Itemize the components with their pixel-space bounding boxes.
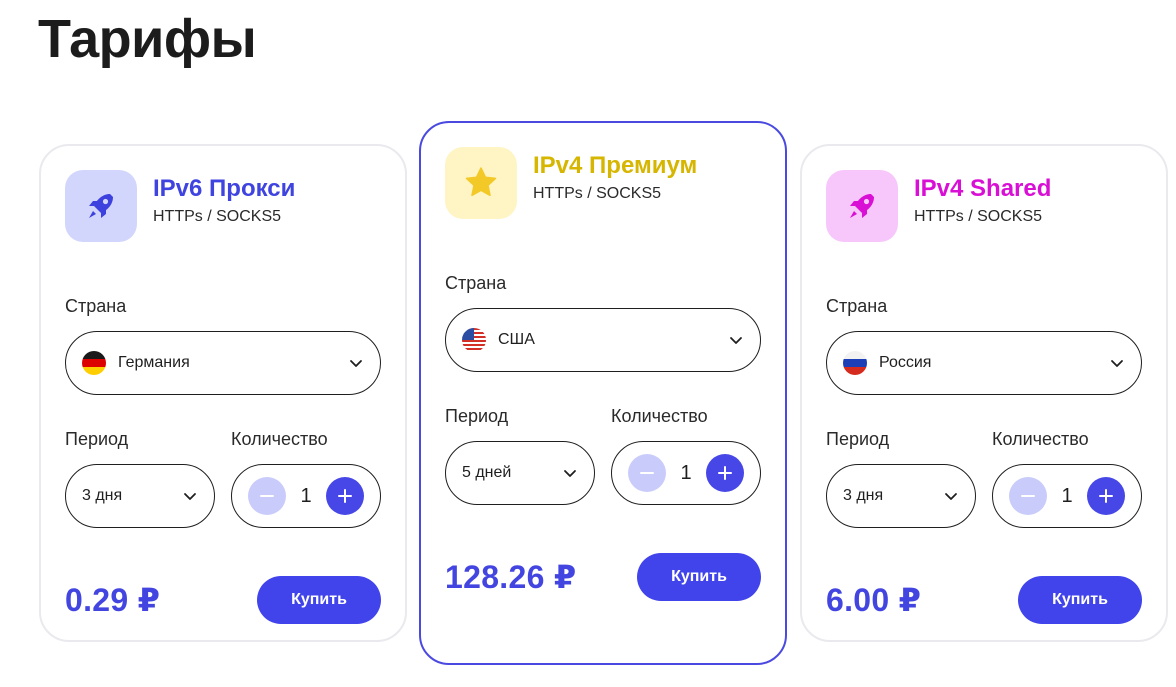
increment-button[interactable] bbox=[1087, 477, 1125, 515]
chevron-down-icon bbox=[730, 337, 742, 344]
minus-icon bbox=[1021, 495, 1035, 497]
quantity-stepper: 1 bbox=[992, 464, 1142, 528]
plan-protocols: HTTPs / SOCKS5 bbox=[914, 208, 1043, 225]
chevron-down-icon bbox=[184, 493, 196, 500]
decrement-button[interactable] bbox=[1009, 477, 1047, 515]
usa-flag-icon bbox=[462, 328, 486, 352]
increment-button[interactable] bbox=[326, 477, 364, 515]
plan-name: IPv4 Shared bbox=[914, 175, 1052, 202]
plus-icon bbox=[1099, 489, 1113, 503]
plan-name: IPv6 Прокси bbox=[153, 175, 296, 202]
chevron-down-icon bbox=[1111, 360, 1123, 367]
star-icon bbox=[465, 167, 497, 197]
country-select[interactable]: Россия bbox=[826, 331, 1142, 395]
quantity-label: Количество bbox=[231, 429, 328, 449]
period-select[interactable]: 3 дня bbox=[65, 464, 215, 528]
period-value: 3 дня bbox=[82, 487, 123, 504]
plan-card-ipv4-shared: IPv4 Shared HTTPs / SOCKS5 Страна Россия… bbox=[800, 144, 1168, 642]
plus-icon bbox=[338, 489, 352, 503]
quantity-label: Количество bbox=[611, 406, 708, 426]
rocket-icon bbox=[89, 194, 113, 218]
price: 128.26 ₽ bbox=[445, 559, 577, 595]
country-label: Страна bbox=[65, 296, 127, 316]
plan-name: IPv4 Премиум bbox=[533, 152, 698, 179]
page-title: Тарифы bbox=[38, 9, 257, 69]
plan-card-ipv4-premium: IPv4 Премиум HTTPs / SOCKS5 Страна США П… bbox=[419, 121, 787, 665]
period-label: Период bbox=[445, 406, 509, 426]
period-label: Период bbox=[826, 429, 890, 449]
period-select[interactable]: 3 дня bbox=[826, 464, 976, 528]
period-value: 5 дней bbox=[462, 464, 512, 481]
quantity-stepper: 1 bbox=[231, 464, 381, 528]
plan-protocols: HTTPs / SOCKS5 bbox=[533, 185, 662, 202]
plan-badge bbox=[826, 170, 898, 242]
chevron-down-icon bbox=[945, 493, 957, 500]
chevron-down-icon bbox=[564, 470, 576, 477]
period-select[interactable]: 5 дней bbox=[445, 441, 595, 505]
period-value: 3 дня bbox=[843, 487, 884, 504]
country-label: Страна bbox=[445, 273, 507, 293]
quantity-value: 1 bbox=[300, 484, 312, 507]
price: 6.00 ₽ bbox=[826, 582, 922, 618]
buy-button[interactable]: Купить bbox=[1018, 576, 1142, 624]
buy-button[interactable]: Купить bbox=[637, 553, 761, 601]
country-value: США bbox=[498, 331, 535, 348]
minus-icon bbox=[260, 495, 274, 497]
country-value: Германия bbox=[118, 354, 190, 371]
germany-flag-icon bbox=[82, 351, 106, 375]
country-label: Страна bbox=[826, 296, 888, 316]
plan-badge bbox=[65, 170, 137, 242]
quantity-value: 1 bbox=[1061, 484, 1073, 507]
country-select[interactable]: США bbox=[445, 308, 761, 372]
quantity-stepper: 1 bbox=[611, 441, 761, 505]
plan-badge bbox=[445, 147, 517, 219]
chevron-down-icon bbox=[350, 360, 362, 367]
plus-icon bbox=[718, 466, 732, 480]
quantity-label: Количество bbox=[992, 429, 1089, 449]
decrement-button[interactable] bbox=[628, 454, 666, 492]
country-select[interactable]: Германия bbox=[65, 331, 381, 395]
plan-card-ipv6: IPv6 Прокси HTTPs / SOCKS5 Страна Герман… bbox=[39, 144, 407, 642]
country-value: Россия bbox=[879, 354, 932, 371]
period-label: Период bbox=[65, 429, 129, 449]
rocket-icon bbox=[850, 194, 874, 218]
increment-button[interactable] bbox=[706, 454, 744, 492]
quantity-value: 1 bbox=[680, 461, 692, 484]
price: 0.29 ₽ bbox=[65, 582, 161, 618]
minus-icon bbox=[640, 472, 654, 474]
russia-flag-icon bbox=[843, 351, 867, 375]
decrement-button[interactable] bbox=[248, 477, 286, 515]
plan-protocols: HTTPs / SOCKS5 bbox=[153, 208, 282, 225]
buy-button[interactable]: Купить bbox=[257, 576, 381, 624]
